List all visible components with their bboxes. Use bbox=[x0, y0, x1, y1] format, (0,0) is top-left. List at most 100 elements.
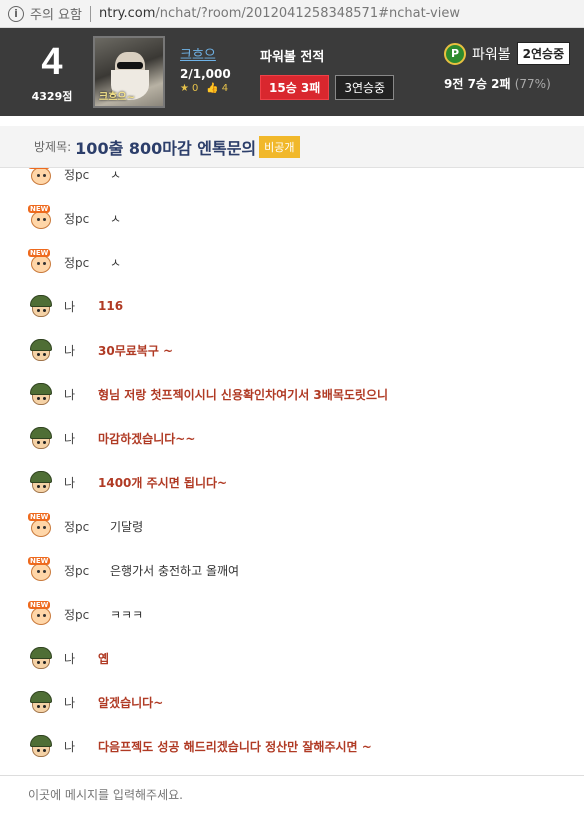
icon-helmet bbox=[30, 691, 52, 703]
message-sender[interactable]: 나 bbox=[64, 298, 98, 315]
message-sender[interactable]: 정pc bbox=[64, 518, 98, 535]
message-text: 옙 bbox=[98, 651, 110, 666]
message-sender[interactable]: 정pc bbox=[64, 606, 98, 623]
soldier-user-icon bbox=[28, 470, 54, 494]
message-sender[interactable]: 나 bbox=[64, 650, 98, 667]
security-warning-text[interactable]: 주의 요함 bbox=[30, 4, 82, 23]
message-text: ㅅ bbox=[110, 255, 122, 270]
info-icon[interactable]: i bbox=[8, 5, 24, 22]
message-sender[interactable]: 정pc bbox=[64, 562, 98, 579]
icon-eye bbox=[37, 397, 40, 400]
message-text: 116 bbox=[98, 299, 124, 313]
new-user-icon: NEW bbox=[28, 205, 54, 230]
powerball-stat-pct: (77%) bbox=[514, 77, 551, 91]
chat-message: NEW 정pc ㅋㅋㅋ bbox=[28, 601, 144, 626]
message-sender[interactable]: 정pc bbox=[64, 210, 98, 227]
url-path: /nchat/?room/2012041258348571#nchat-view bbox=[155, 6, 460, 21]
rank-block: 4 4329점 bbox=[22, 40, 82, 104]
star-count: 0 bbox=[191, 83, 199, 94]
soldier-user-icon bbox=[28, 294, 54, 318]
username-link[interactable]: 크흐으 bbox=[180, 44, 231, 63]
icon-eye bbox=[43, 353, 46, 356]
message-sender[interactable]: 나 bbox=[64, 342, 98, 359]
icon-eye bbox=[43, 174, 46, 177]
room-title-label: 방제목: bbox=[34, 140, 72, 154]
icon-eye bbox=[37, 441, 40, 444]
message-sender[interactable]: 나 bbox=[64, 386, 98, 403]
message-input-bar bbox=[0, 775, 584, 815]
chat-message: NEW 정pc 은행가서 충전하고 올깨여 bbox=[28, 557, 240, 582]
avatar[interactable]: 크흐으~ bbox=[93, 36, 165, 108]
soldier-user-icon bbox=[28, 734, 54, 758]
like-count: 4 bbox=[221, 83, 229, 94]
browser-address-bar[interactable]: i 주의 요함 ntry.com/nchat/?room/20120412583… bbox=[0, 0, 584, 28]
user-info: 크흐으 2/1,000 ★ 0 👍 4 bbox=[180, 44, 231, 94]
avatar-sunglasses bbox=[117, 62, 143, 69]
icon-eye bbox=[43, 262, 46, 265]
chat-message: NEW 정pc ㅅ bbox=[28, 205, 121, 230]
icon-face bbox=[31, 211, 51, 229]
message-text: 30무료복구 ~ bbox=[98, 343, 174, 358]
message-sender[interactable]: 정pc bbox=[64, 254, 98, 271]
chat-message-list[interactable]: NEW정pcㅅNEW정pcㅅNEW정pcㅅ나116나30무료복구 ~나형님 저랑… bbox=[0, 168, 584, 774]
powerball-stat-value: 9전 7승 2패 bbox=[444, 77, 511, 91]
message-text: 마감하겠습니다~~ bbox=[98, 431, 196, 446]
powerball-p-icon: P bbox=[444, 42, 466, 65]
powerball-streak-badge: 2연승중 bbox=[516, 42, 571, 65]
chat-message: NEW 정pc ㅅ bbox=[28, 249, 122, 274]
icon-eye bbox=[43, 485, 46, 488]
message-text: 기달령 bbox=[110, 519, 144, 534]
soldier-user-icon bbox=[28, 338, 54, 362]
avatar-nickname: 크흐으~ bbox=[99, 92, 135, 103]
win-streak-badge: 3연승중 bbox=[335, 75, 395, 100]
icon-eye bbox=[37, 570, 40, 573]
message-sender[interactable]: 나 bbox=[64, 474, 98, 491]
user-profile-header: 4 4329점 크흐으~ 크흐으 2/1,000 ★ 0 👍 4 파워볼 전적 15… bbox=[0, 28, 584, 116]
icon-eye bbox=[37, 526, 40, 529]
new-user-icon: NEW bbox=[28, 601, 54, 626]
message-text: ㅅ bbox=[110, 168, 122, 182]
rank-number: 4 bbox=[41, 41, 63, 83]
icon-new-tag: NEW bbox=[28, 168, 51, 169]
icon-face bbox=[31, 519, 51, 537]
icon-new-tag: NEW bbox=[28, 205, 51, 213]
chat-message: 나옙 bbox=[28, 646, 109, 670]
message-sender[interactable]: 정pc bbox=[64, 168, 98, 183]
icon-eye bbox=[37, 614, 40, 617]
icon-new-tag: NEW bbox=[28, 557, 51, 565]
soldier-user-icon bbox=[28, 382, 54, 406]
icon-helmet bbox=[30, 471, 52, 483]
soldier-user-icon bbox=[28, 690, 54, 714]
new-user-icon: NEW bbox=[28, 513, 54, 538]
game-record-title: 파워볼 전적 bbox=[260, 50, 325, 65]
icon-face bbox=[31, 255, 51, 273]
icon-eye bbox=[37, 218, 40, 221]
powerball-label: 파워볼 bbox=[472, 46, 511, 63]
private-badge: 비공개 bbox=[259, 135, 300, 158]
message-text: ㅋㅋㅋ bbox=[110, 607, 144, 622]
chat-message: 나 116 bbox=[28, 294, 123, 318]
message-text: 다음프젝도 성공 해드리겠습니다 정산만 잘해주시면 ~ bbox=[98, 739, 372, 754]
message-input[interactable] bbox=[28, 776, 584, 814]
game-record-badges: 15승 3패 3연승중 bbox=[260, 75, 395, 100]
chat-message: 나 알겠습니다~ bbox=[28, 690, 163, 714]
rank-points: 4329점 bbox=[31, 90, 73, 103]
url-text[interactable]: ntry.com/nchat/?room/2012041258348571#nc… bbox=[99, 6, 460, 21]
icon-eye bbox=[43, 397, 46, 400]
icon-eye bbox=[37, 661, 40, 664]
soldier-user-icon bbox=[28, 646, 54, 670]
icon-eye bbox=[43, 570, 46, 573]
icon-helmet bbox=[30, 383, 52, 395]
icon-eye bbox=[37, 749, 40, 752]
icon-eye bbox=[37, 353, 40, 356]
message-sender[interactable]: 나 bbox=[64, 738, 98, 755]
address-bar-divider bbox=[89, 5, 91, 22]
star-rating: ★ 0 bbox=[180, 83, 198, 94]
icon-eye bbox=[43, 614, 46, 617]
icon-eye bbox=[43, 749, 46, 752]
soldier-user-icon bbox=[28, 426, 54, 450]
win-loss-badge: 15승 3패 bbox=[260, 75, 330, 100]
message-sender[interactable]: 나 bbox=[64, 694, 98, 711]
message-sender[interactable]: 나 bbox=[64, 430, 98, 447]
message-text: 은행가서 충전하고 올깨여 bbox=[110, 563, 240, 578]
